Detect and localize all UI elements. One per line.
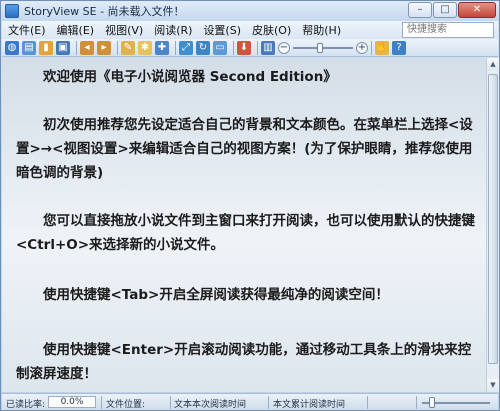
download-icon[interactable]: ⬇ <box>237 40 251 55</box>
app-logo-icon <box>5 4 19 18</box>
session-time-label: 文本本次阅读时间 <box>174 400 247 410</box>
toolbar-separator <box>371 40 372 55</box>
paragraph-open-file: 您可以直接拖放小说文件到主窗口来打开阅读，也可以使用默认的快捷键<Ctrl+O>… <box>16 213 475 253</box>
paragraph-setup: 初次使用推荐您先设定适合自己的背景和文本颜色。在菜单栏上选择<设置>→<视图设置… <box>16 117 473 181</box>
help-icon[interactable]: ? <box>392 40 406 55</box>
refresh-icon[interactable]: ↻ <box>196 40 210 55</box>
close-button[interactable]: ✕ <box>458 2 496 18</box>
menu-file[interactable]: 文件(E) <box>2 22 51 38</box>
quick-search-input[interactable]: 快捷搜索 <box>402 22 494 38</box>
hand-icon[interactable]: ✋ <box>375 40 389 55</box>
paragraph-scroll: 使用快捷键<Enter>开启滚动阅读功能，通过移动工具条上的滑块来控制滚屏速度！ <box>16 342 472 382</box>
menu-help[interactable]: 帮助(H) <box>296 22 346 38</box>
toolbar-separator <box>233 40 234 55</box>
total-time-label: 本文累计阅读时间 <box>273 400 346 410</box>
scroll-up-button[interactable]: ▲ <box>487 58 499 71</box>
menu-edit[interactable]: 编辑(E) <box>51 22 100 38</box>
fullscreen-icon[interactable]: ⤢ <box>179 40 193 55</box>
status-divider <box>170 396 171 409</box>
status-bar: 已读比率: 0.0% 文件位置: 文本本次阅读时间 本文累计阅读时间 <box>2 393 498 410</box>
title-bar[interactable]: StoryView SE - 尚未载入文件！ – □ ✕ <box>1 1 499 21</box>
page-icon[interactable]: ▥ <box>261 40 275 55</box>
reading-area[interactable]: 欢迎使用《电子小说阅览器 Second Edition》 初次使用推荐您先设定适… <box>2 58 486 392</box>
menu-skin[interactable]: 皮肤(O) <box>246 22 296 38</box>
read-ratio-value: 0.0% <box>48 396 96 408</box>
save-icon[interactable]: ▣ <box>56 40 70 55</box>
vertical-scrollbar[interactable]: ▲ ▼ <box>486 58 499 392</box>
toolbar-separator <box>257 40 258 55</box>
welcome-heading: 欢迎使用《电子小说阅览器 Second Edition》 <box>43 69 337 85</box>
text-color-icon[interactable]: ✎ <box>121 40 135 55</box>
open-file-icon[interactable]: ▤ <box>22 40 36 55</box>
status-divider <box>367 396 368 409</box>
settings-icon[interactable]: ✱ <box>138 40 152 55</box>
zoom-slider-thumb[interactable] <box>317 42 323 53</box>
open-folder-icon[interactable]: ◍ <box>5 40 19 55</box>
zoom-in-icon[interactable]: + <box>356 41 368 54</box>
toolbar: ◍ ▤ ▮ ▣ ◂ ▸ ✎ ✱ ✚ ⤢ ↻ ▭ ⬇ ▥ − + ✋ ? <box>2 39 498 57</box>
window-title: StoryView SE - 尚未载入文件！ <box>24 5 185 18</box>
toolbar-separator <box>76 40 77 55</box>
window-icon[interactable]: ▭ <box>213 40 227 55</box>
paragraph-fullscreen: 使用快捷键<Tab>开启全屏阅读获得最纯净的阅读空间！ <box>43 287 389 303</box>
window-controls: – □ ✕ <box>408 2 496 18</box>
prev-page-icon[interactable]: ◂ <box>80 40 94 55</box>
minimize-button[interactable]: – <box>408 2 432 18</box>
scroll-down-button[interactable]: ▼ <box>487 379 499 392</box>
app-window: StoryView SE - 尚未载入文件！ – □ ✕ 文件(E) 编辑(E)… <box>0 0 500 411</box>
toolbar-separator <box>117 40 118 55</box>
bookmark-icon[interactable]: ▮ <box>39 40 53 55</box>
scroll-speed-thumb[interactable] <box>429 397 435 408</box>
menu-bar: 文件(E) 编辑(E) 视图(V) 阅读(R) 设置(S) 皮肤(O) 帮助(H… <box>2 21 498 39</box>
toolbar-separator <box>175 40 176 55</box>
zoom-out-icon[interactable]: − <box>278 41 290 54</box>
menu-settings[interactable]: 设置(S) <box>197 22 246 38</box>
menu-read[interactable]: 阅读(R) <box>148 22 197 38</box>
status-divider <box>101 396 102 409</box>
read-ratio-label: 已读比率: <box>6 400 46 410</box>
menu-view[interactable]: 视图(V) <box>99 22 148 38</box>
next-page-icon[interactable]: ▸ <box>97 40 111 55</box>
status-divider <box>416 396 417 409</box>
zoom-slider[interactable] <box>293 42 353 53</box>
file-position-label: 文件位置: <box>106 400 146 410</box>
bookmark-add-icon[interactable]: ✚ <box>155 40 169 55</box>
status-divider <box>268 396 269 409</box>
maximize-button[interactable]: □ <box>433 2 457 18</box>
scroll-thumb[interactable] <box>488 74 498 364</box>
